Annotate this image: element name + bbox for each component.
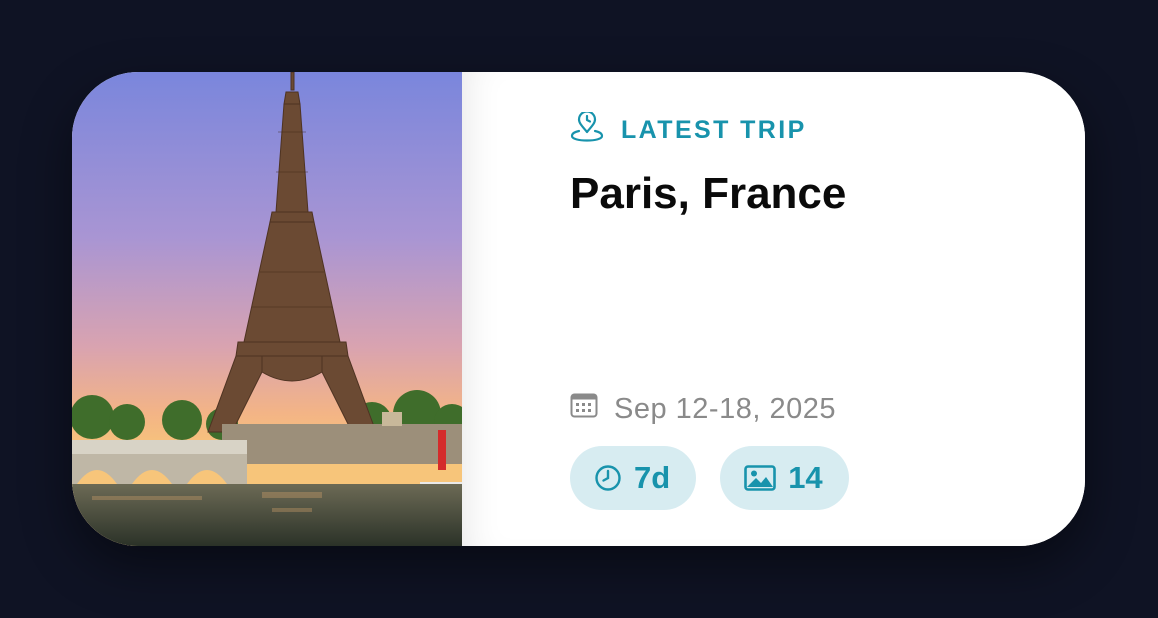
photo-count: 14 — [788, 460, 823, 495]
location-pin-icon — [570, 110, 604, 147]
trip-photo — [72, 72, 462, 546]
photos-chip[interactable]: 14 — [720, 446, 849, 510]
eyebrow: LATEST TRIP — [570, 110, 807, 147]
trip-details: LATEST TRIP Paris, France Sep 12-18, 202… — [462, 72, 1085, 546]
date-row: Sep 12-18, 2025 — [570, 392, 836, 426]
clock-icon — [594, 464, 622, 492]
eyebrow-label: LATEST TRIP — [621, 115, 807, 144]
duration-chip[interactable]: 7d — [570, 446, 697, 510]
duration-label: 7d — [634, 460, 671, 495]
calendar-icon — [570, 392, 598, 426]
trip-card[interactable]: LATEST TRIP Paris, France Sep 12-18, 202… — [72, 72, 1085, 546]
date-range: Sep 12-18, 2025 — [614, 392, 836, 425]
destination-title: Paris, France — [570, 169, 847, 218]
stat-chips: 7d 14 — [570, 446, 849, 510]
image-icon — [744, 465, 776, 491]
